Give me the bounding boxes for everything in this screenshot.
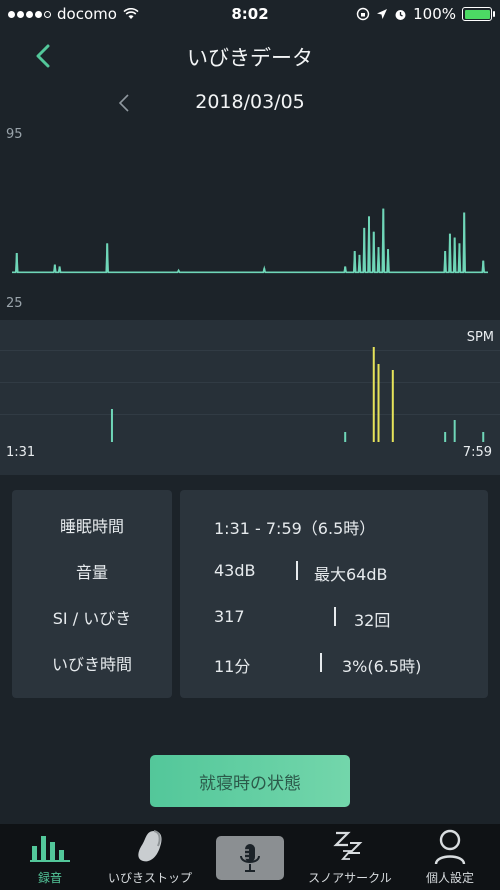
label-si-snore: SI / いびき — [52, 609, 132, 628]
status-left: docomo — [8, 5, 139, 23]
volume-max-value: 最大64dB — [314, 565, 388, 584]
spm-bar — [372, 347, 375, 442]
summary-values: 1:31 - 7:59（6.5時） 43dB 最大64dB 317 32回 11… — [180, 490, 488, 698]
carrier-label: docomo — [57, 5, 117, 23]
spm-bar — [391, 370, 394, 442]
microphone-icon — [240, 844, 260, 872]
wifi-icon — [123, 8, 139, 19]
date-label: 2018/03/05 — [195, 91, 305, 113]
volume-line-chart — [12, 208, 488, 274]
zzz-icon — [330, 827, 370, 867]
status-right: 100% — [356, 5, 495, 23]
device-icon — [130, 827, 170, 867]
y-axis-min-label: 25 — [6, 296, 23, 311]
time-start-label: 1:31 — [6, 445, 36, 460]
spm-bar — [344, 432, 347, 442]
microphone-button — [216, 836, 284, 880]
date-navigator: 2018/03/05 — [0, 88, 500, 118]
spm-chart-panel: SPM 1:31 7:59 — [0, 320, 500, 475]
snore-ratio-value: 3%(6.5時) — [342, 657, 422, 676]
sleep-time-value: 1:31 - 7:59（6.5時） — [214, 519, 376, 538]
separator — [296, 561, 298, 580]
rotation-lock-icon — [356, 7, 370, 21]
spm-bar-chart — [110, 347, 485, 442]
status-bar: docomo 8:02 100% — [0, 0, 500, 28]
label-volume: 音量 — [75, 563, 108, 582]
value-row-sleep-time: 1:31 - 7:59（6.5時） — [180, 502, 488, 548]
snore-count-value: 32回 — [354, 611, 391, 630]
spm-bar — [444, 432, 447, 442]
separator — [320, 653, 322, 672]
tab-snore-stop[interactable]: いびきストップ — [100, 824, 200, 890]
bar-chart-icon — [28, 827, 72, 867]
spm-bar — [453, 420, 456, 442]
tab-microphone[interactable] — [200, 824, 300, 890]
spm-bar — [110, 409, 113, 442]
tab-record[interactable]: 録音 — [0, 824, 100, 890]
value-row-si-snore: 317 32回 — [180, 594, 488, 640]
tab-snore-circle[interactable]: スノアサークル — [300, 824, 400, 890]
spm-bar — [377, 364, 380, 442]
sleep-summary-panel: 睡眠時間 音量 SI / いびき いびき時間 1:31 - 7:59（6.5時）… — [12, 490, 488, 698]
tab-label: 録音 — [37, 871, 62, 885]
tab-personal-settings[interactable]: 個人設定 — [400, 824, 500, 890]
page-title: いびきデータ — [187, 46, 313, 70]
alarm-icon — [395, 9, 406, 20]
volume-average-value: 43dB — [214, 561, 256, 580]
person-icon — [432, 827, 468, 867]
location-icon — [377, 9, 388, 19]
battery-icon — [462, 7, 495, 21]
time-end-label: 7:59 — [462, 445, 492, 460]
tab-label: スノアサークル — [308, 871, 392, 885]
battery-percent: 100% — [413, 5, 456, 23]
value-row-volume: 43dB 最大64dB — [180, 548, 488, 594]
signal-strength-icon — [8, 10, 51, 18]
snore-time-value: 11分 — [214, 657, 251, 676]
sleep-state-button[interactable]: 就寝時の状態 — [150, 755, 350, 807]
nav-header: いびきデータ — [0, 36, 500, 76]
value-row-snore-time: 11分 3%(6.5時) — [180, 640, 488, 686]
tab-label: いびきストップ — [107, 871, 192, 885]
tab-bar: 録音 いびきストップ スノアサークル 個人設定 — [0, 824, 500, 890]
y-axis-max-label: 95 — [6, 127, 23, 142]
separator — [334, 607, 336, 626]
summary-labels: 睡眠時間 音量 SI / いびき いびき時間 — [12, 490, 172, 698]
spm-bar — [482, 432, 485, 442]
label-sleep-time: 睡眠時間 — [59, 517, 124, 536]
battery-level — [464, 9, 490, 19]
tab-label: 個人設定 — [425, 871, 474, 885]
volume-series-line — [12, 208, 488, 274]
si-value: 317 — [214, 607, 245, 626]
label-snore-time: いびき時間 — [51, 655, 132, 674]
